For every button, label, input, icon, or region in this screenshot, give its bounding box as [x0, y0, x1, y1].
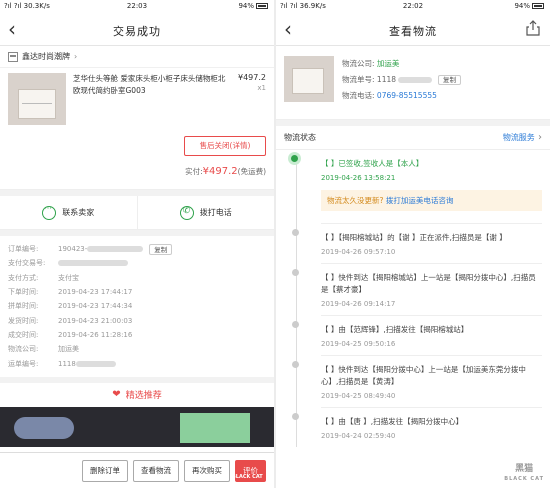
share-icon[interactable] [526, 20, 540, 36]
shop-icon [8, 51, 18, 62]
info-row: 下单时间: 2019-04-23 17:44:17 [8, 288, 133, 297]
waybill-number: 1118 [376, 75, 397, 84]
battery-indicator: 94% [238, 2, 268, 10]
contact-row: 联系卖家 拨打电话 [0, 196, 274, 230]
nav-bar: ‹ 查看物流 [276, 14, 550, 46]
page-title: 查看物流 [389, 25, 437, 38]
shipment-summary: 物流公司: 加运美 物流单号: 1118 复制 物流电话: 0769-855155… [276, 46, 550, 120]
order-detail-screen: ?ıl ?ıl 30.3K/s 22:03 94% ‹ 交易成功 鑫达时尚潮牌 … [0, 0, 274, 488]
watermark: 黑猫 BLACK CAT [504, 464, 544, 482]
update-tip: 物流太久没更新? 拨打加运美电话咨询 [321, 190, 542, 211]
clock: 22:03 [126, 2, 148, 10]
phone-icon [179, 205, 194, 220]
logistics-timeline: 【 】已签收,签收人是【本人】 2019-04-26 13:58:21 物流太久… [276, 150, 550, 447]
heart-icon: ❤ [112, 389, 121, 401]
copy-order-button[interactable]: 复制 [149, 243, 173, 255]
view-logistics-button[interactable]: 查看物流 [133, 459, 179, 482]
contact-seller-button[interactable]: 联系卖家 [0, 196, 138, 229]
goods-qty: x1 [257, 84, 266, 92]
goods-item[interactable]: 芝华仕头等舱 爱家床头柜小柜子床头储物柜北欧现代简约卧室G003 ¥497.2 … [0, 68, 274, 130]
status-bar: ?ıl ?ıl 30.3K/s 22:03 94% [0, 0, 274, 14]
goods-image [8, 73, 66, 125]
info-row: 物流公司: 加运美 [8, 345, 79, 354]
status-bar: ?ıl ?ıl 36.9K/s 22:02 94% [276, 0, 550, 14]
status-dot-icon [292, 321, 299, 328]
timeline-event: 【 】由【范辉锋】,扫描发往【揭阳榕城站】 2019-04-25 09:50:1… [292, 316, 542, 356]
info-row: 订单编号: 190423- 复制 [8, 242, 266, 256]
order-action-bar: 删除订单 查看物流 再次购买 评价 [0, 452, 274, 488]
timeline-event: 【 】已签收,签收人是【本人】 2019-04-26 13:58:21 物流太久… [291, 150, 542, 224]
info-row: 成交时间: 2019-04-26 11:28:16 [8, 330, 133, 339]
logistics-phone-link[interactable]: 0769-85515555 [377, 91, 437, 100]
logistics-service-link[interactable]: 物流服务 [503, 132, 542, 143]
info-row: 支付方式: 支付宝 [8, 273, 79, 282]
battery-icon [532, 3, 544, 9]
battery-indicator: 94% [514, 2, 544, 10]
status-dot-icon [292, 413, 299, 420]
after-sale-row: 售后关闭(详情) [0, 130, 274, 156]
order-info: 订单编号: 190423- 复制 支付交易号: 支付方式: 支付宝 下单时间: 2019… [0, 236, 274, 377]
goods-price-block: ¥497.2 x1 [226, 73, 266, 125]
info-row: 支付交易号: [8, 256, 266, 270]
status-dot-icon [292, 269, 299, 276]
buy-again-button[interactable]: 再次购买 [184, 459, 230, 482]
call-phone-button[interactable]: 拨打电话 [138, 196, 275, 229]
paid-label: 实付: [185, 167, 203, 176]
logistics-status-label: 物流状态 [284, 133, 316, 142]
status-dot-icon [292, 229, 299, 236]
shop-row[interactable]: 鑫达时尚潮牌 › [0, 46, 274, 68]
chat-icon [42, 204, 57, 220]
status-dot-icon [292, 361, 299, 368]
nav-bar: ‹ 交易成功 [0, 14, 274, 46]
info-row: 发货时间: 2019-04-23 21:00:03 [8, 316, 133, 325]
watermark: BLACK CAT [232, 474, 263, 480]
after-sale-button[interactable]: 售后关闭(详情) [184, 136, 266, 156]
goods-price: ¥497.2 [238, 73, 266, 82]
shipment-info: 物流公司: 加运美 物流单号: 1118 复制 物流电话: 0769-855155… [334, 56, 462, 109]
status-dot-icon [291, 155, 298, 162]
recommend-header: ❤ 精选推荐 [0, 376, 274, 407]
call-courier-link[interactable]: 拨打加运美电话咨询 [386, 196, 454, 205]
chevron-right-icon: › [74, 52, 78, 61]
timeline-event: 【 】【揭阳榕城站】的【谢 】正在派件,扫描员是【谢 】 2019-04-26 … [292, 224, 542, 264]
goods-image [284, 56, 334, 102]
page-title: 交易成功 [113, 25, 161, 38]
paid-row: 实付:¥497.2(免运费) [0, 156, 274, 190]
goods-name: 芝华仕头等舱 爱家床头柜小柜子床头储物柜北欧现代简约卧室G003 [73, 74, 226, 95]
clock: 22:02 [402, 2, 424, 10]
timeline-event: 【 】快件到达【揭阳分拨中心】上一站是【加运美东莞分拨中心】,扫描员是【黄涛】 … [292, 356, 542, 408]
recommend-banner[interactable] [0, 406, 274, 447]
paid-note: (免运费) [237, 167, 266, 176]
paid-amount: ¥497.2 [202, 166, 238, 177]
logistics-status-header: 物流状态 物流服务 [276, 126, 550, 150]
battery-icon [256, 3, 268, 9]
timeline-event: 【 】由【唐 】,扫描发往【揭阳分拨中心】 2019-04-24 02:59:4… [292, 408, 542, 447]
shop-name: 鑫达时尚潮牌 [22, 52, 70, 61]
info-row: 拼单时间: 2019-04-23 17:44:34 [8, 302, 133, 311]
logistics-company: 加运美 [376, 59, 400, 68]
delete-order-button[interactable]: 删除订单 [82, 459, 128, 482]
logistics-screen: ?ıl ?ıl 36.9K/s 22:02 94% ‹ 查看物流 物流公司: 加… [276, 0, 550, 488]
info-row: 运单编号: 1118 [8, 356, 266, 370]
copy-waybill-button[interactable]: 复制 [438, 75, 462, 85]
timeline-event: 【 】快件到达【揭阳榕城站】上一站是【揭阳分拨中心】,扫描员是【蔡才豪】 201… [292, 264, 542, 316]
